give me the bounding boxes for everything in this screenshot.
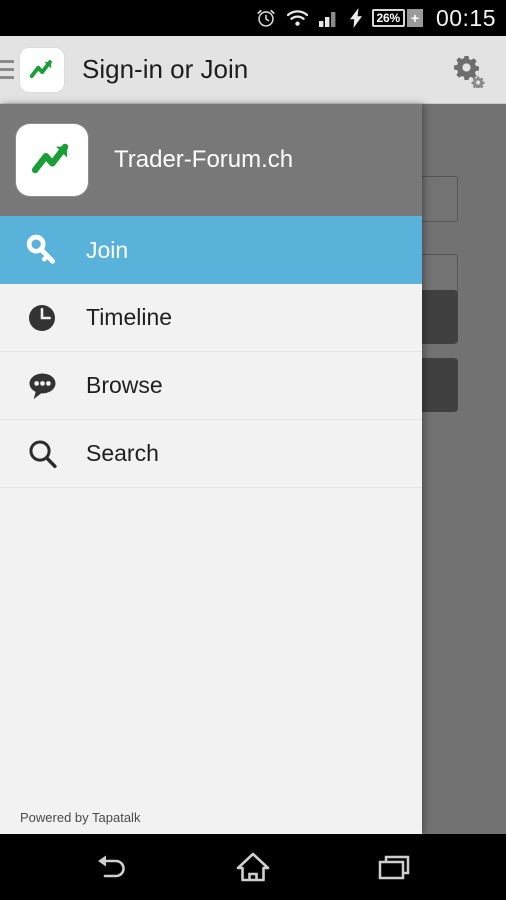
status-bar: 26% + 00:15 — [0, 0, 506, 36]
charging-bolt-icon — [349, 8, 363, 28]
app-bar: Sign-in or Join — [0, 36, 506, 104]
cellular-signal-icon — [318, 9, 340, 28]
battery-level-label: 26% — [371, 9, 405, 27]
drawer-item-label: Timeline — [86, 304, 173, 330]
drawer-item-search[interactable]: Search — [0, 420, 422, 488]
recents-icon[interactable] — [355, 837, 435, 897]
magnifier-icon — [20, 437, 64, 470]
home-icon[interactable] — [213, 837, 293, 897]
drawer-item-timeline[interactable]: Timeline — [0, 284, 422, 352]
drawer-item-join[interactable]: Join — [0, 216, 422, 284]
drawer-item-browse[interactable]: Browse — [0, 352, 422, 420]
powered-by-label: Powered by Tapatalk — [20, 809, 141, 825]
drawer-nav-list: Join Timeline Browse Search — [0, 216, 422, 488]
drawer-header[interactable]: Trader-Forum.ch — [0, 104, 422, 216]
hamburger-icon[interactable] — [0, 60, 14, 79]
drawer-item-label: Search — [86, 440, 159, 466]
key-icon — [20, 233, 64, 267]
drawer-empty-space — [0, 488, 422, 800]
trader-forum-logo — [20, 47, 64, 92]
alarm-clock-icon — [255, 7, 277, 29]
drawer-footer: Powered by Tapatalk — [0, 800, 422, 834]
back-icon[interactable] — [71, 837, 151, 897]
drawer-item-label: Browse — [86, 372, 163, 398]
wifi-icon — [286, 9, 309, 28]
status-clock: 00:15 — [435, 4, 496, 31]
clock-icon — [20, 302, 64, 334]
gear-icon[interactable] — [444, 47, 490, 93]
battery-plus-badge: + — [406, 9, 423, 27]
site-name: Trader-Forum.ch — [114, 146, 294, 173]
navigation-drawer: Trader-Forum.ch Join Timeline Browse Sea… — [0, 104, 422, 834]
system-navigation-bar — [0, 834, 506, 900]
phone-screen: 26% + 00:15 Sign-in or Join Trader-Forum… — [0, 0, 506, 900]
speech-bubble-icon — [20, 369, 64, 402]
trader-forum-logo — [16, 124, 88, 196]
drawer-item-label: Join — [86, 236, 129, 263]
battery-indicator: 26% + — [371, 9, 423, 27]
page-title: Sign-in or Join — [82, 54, 249, 84]
